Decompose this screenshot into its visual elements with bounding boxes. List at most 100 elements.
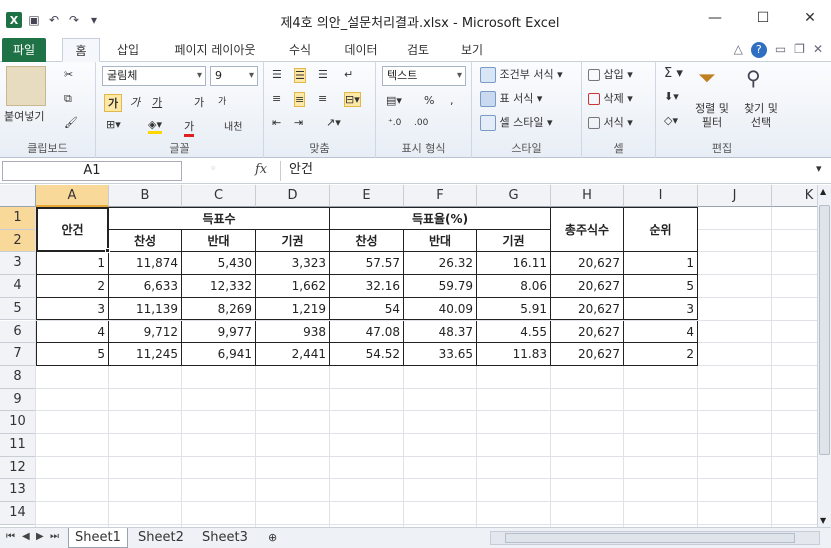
cell-g7[interactable]: 11.83 [477, 343, 551, 366]
merge-center-icon[interactable]: ⊟▾ [344, 92, 361, 107]
conditional-format-button[interactable]: 조건부 서식 ▾ [480, 66, 563, 83]
tab-data[interactable]: 데이터 [336, 38, 386, 62]
excel-logo-icon[interactable]: X [6, 12, 22, 28]
tab-page-layout[interactable]: 페이지 레이아웃 [160, 38, 270, 62]
cell-f4[interactable]: 59.79 [404, 275, 477, 298]
next-sheet-icon[interactable]: ▶ [36, 531, 44, 542]
underline-button[interactable]: 가 [152, 94, 162, 110]
tab-view[interactable]: 보기 [452, 38, 492, 62]
cell-b7[interactable]: 11,245 [109, 343, 182, 366]
column-header-a[interactable]: A [36, 185, 109, 207]
close-workbook-icon[interactable]: ✕ [813, 42, 823, 58]
sheet-tab-sheet2[interactable]: Sheet2 [132, 528, 190, 548]
cell-c2[interactable]: 반대 [182, 229, 256, 253]
minimize-workbook-icon[interactable]: ▭ [775, 42, 786, 58]
column-header-k[interactable]: K [772, 185, 817, 207]
row-header-3[interactable]: 3 [0, 252, 36, 276]
cell-a4[interactable]: 2 [36, 275, 109, 298]
row-header-8[interactable]: 8 [0, 365, 36, 389]
first-sheet-icon[interactable]: ⏮ [6, 531, 15, 542]
cell-b1[interactable]: 득표수 [109, 207, 330, 230]
cell-f6[interactable]: 48.37 [404, 320, 477, 344]
row-header-7[interactable]: 7 [0, 343, 36, 366]
column-header-i[interactable]: I [624, 185, 698, 207]
cell-d6[interactable]: 938 [256, 320, 330, 344]
scroll-down-icon[interactable]: ▼ [820, 516, 826, 525]
cell-i6[interactable]: 4 [624, 320, 698, 344]
worksheet-grid[interactable]: A B C D E F G H I J K 1 2 3 4 5 6 7 8 9 10 11 12 13 14 안건 득표수 득표율(%… [0, 185, 817, 527]
undo-icon[interactable]: ↶ [46, 12, 62, 28]
sheet-tab-sheet1[interactable]: Sheet1 [68, 528, 128, 548]
cut-icon[interactable]: ✂ [64, 68, 73, 81]
cell-b6[interactable]: 9,712 [109, 320, 182, 344]
cell-a1[interactable]: 안건 [36, 207, 109, 253]
cell-c6[interactable]: 9,977 [182, 320, 256, 344]
cell-i1[interactable]: 순위 [624, 207, 698, 253]
find-select-button[interactable]: 찾기 및 선택 [738, 102, 784, 130]
cell-d7[interactable]: 2,441 [256, 343, 330, 366]
cell-c3[interactable]: 5,430 [182, 252, 256, 276]
cell-g4[interactable]: 8.06 [477, 275, 551, 298]
cell-e1[interactable]: 득표율(%) [330, 207, 551, 230]
row-header-1[interactable]: 1 [0, 207, 36, 230]
cell-g3[interactable]: 16.11 [477, 252, 551, 276]
cell-b3[interactable]: 11,874 [109, 252, 182, 276]
wrap-text-icon[interactable]: ↵ [344, 68, 353, 81]
bold-button[interactable]: 가 [104, 94, 123, 112]
row-header-2[interactable]: 2 [0, 229, 36, 253]
prev-sheet-icon[interactable]: ◀ [22, 531, 30, 542]
cell-h1[interactable]: 총주식수 [551, 207, 624, 253]
paste-button[interactable]: 붙여넣기 [4, 108, 44, 124]
close-icon[interactable]: ✕ [795, 10, 825, 30]
row-header-14[interactable]: 14 [0, 502, 36, 525]
column-header-e[interactable]: E [330, 185, 404, 207]
cell-g2[interactable]: 기권 [477, 229, 551, 253]
fill-icon[interactable]: ⬇▾ [664, 90, 679, 103]
font-color-button[interactable]: 가 [184, 118, 195, 137]
cell-g6[interactable]: 4.55 [477, 320, 551, 344]
shrink-font-button[interactable]: 가 [218, 94, 226, 107]
paste-icon[interactable] [6, 66, 46, 106]
save-icon[interactable]: ▣ [26, 12, 42, 28]
cell-i4[interactable]: 5 [624, 275, 698, 298]
phonetic-button[interactable]: 내천 [224, 118, 242, 133]
cell-g5[interactable]: 5.91 [477, 297, 551, 321]
cell-e4[interactable]: 32.16 [330, 275, 404, 298]
fill-handle[interactable] [105, 248, 110, 254]
cell-h7[interactable]: 20,627 [551, 343, 624, 366]
tab-home[interactable]: 홈 [62, 38, 100, 62]
cell-d2[interactable]: 기권 [256, 229, 330, 253]
cell-e3[interactable]: 57.57 [330, 252, 404, 276]
font-size-dropdown[interactable]: 9 [210, 66, 258, 86]
grow-font-button[interactable]: 가 [194, 94, 204, 110]
insert-sheet-icon[interactable]: ⊕ [262, 528, 283, 548]
vertical-scrollbar[interactable]: ▲ ▼ [817, 185, 831, 527]
column-header-b[interactable]: B [109, 185, 182, 207]
cell-b2[interactable]: 찬성 [109, 229, 182, 253]
cell-a3[interactable]: 1 [36, 252, 109, 276]
borders-icon[interactable]: ⊞▾ [106, 118, 121, 131]
cell-f7[interactable]: 33.65 [404, 343, 477, 366]
row-header-11[interactable]: 11 [0, 434, 36, 457]
align-bottom-icon[interactable]: ☰ [318, 68, 328, 81]
increase-decimal-icon[interactable]: ⁺.0 [388, 118, 401, 128]
cell-i3[interactable]: 1 [624, 252, 698, 276]
scroll-up-icon[interactable]: ▲ [820, 187, 826, 196]
vertical-scroll-thumb[interactable] [819, 205, 830, 455]
minimize-icon[interactable]: — [700, 10, 730, 30]
delete-cells-button[interactable]: 삭제 ▾ [588, 90, 633, 106]
cell-e5[interactable]: 54 [330, 297, 404, 321]
copy-icon[interactable]: ⧉ [64, 92, 72, 106]
cell-i7[interactable]: 2 [624, 343, 698, 366]
comma-button[interactable]: , [450, 94, 454, 107]
fill-color-icon[interactable]: ◈▾ [148, 118, 162, 134]
cell-b4[interactable]: 6,633 [109, 275, 182, 298]
cell-a7[interactable]: 5 [36, 343, 109, 366]
cell-f5[interactable]: 40.09 [404, 297, 477, 321]
maximize-icon[interactable]: ☐ [748, 10, 778, 30]
cell-c5[interactable]: 8,269 [182, 297, 256, 321]
cell-e6[interactable]: 47.08 [330, 320, 404, 344]
insert-function-button[interactable]: fx [255, 162, 267, 177]
cell-f3[interactable]: 26.32 [404, 252, 477, 276]
redo-icon[interactable]: ↷ [66, 12, 82, 28]
